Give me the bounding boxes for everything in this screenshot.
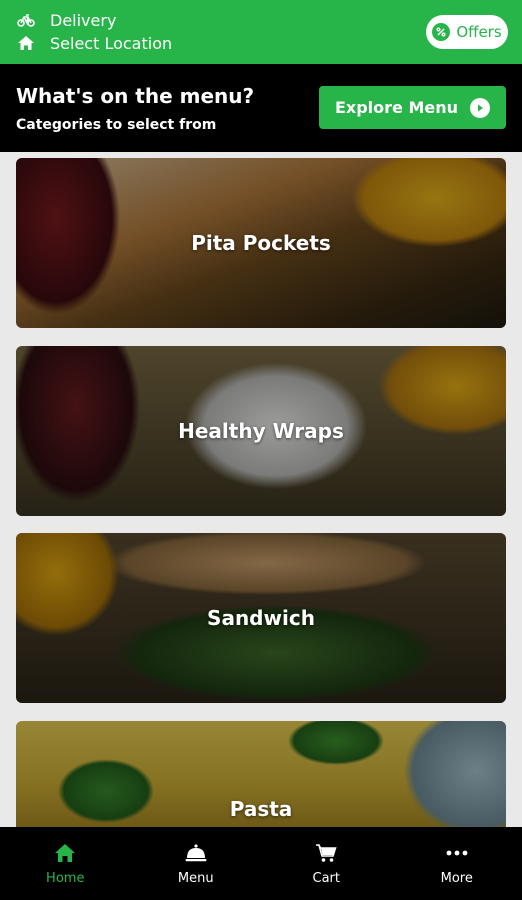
- nav-label: More: [440, 871, 473, 886]
- menu-subtitle: Categories to select from: [16, 117, 217, 133]
- nav-home[interactable]: Home: [0, 827, 131, 900]
- more-dots-icon: [445, 841, 469, 865]
- nav-cart[interactable]: Cart: [261, 827, 392, 900]
- offers-label: Offers: [456, 23, 502, 41]
- category-card-pita-pockets[interactable]: Pita Pockets: [16, 158, 506, 328]
- explore-menu-label: Explore Menu: [334, 98, 459, 117]
- location-selector[interactable]: Select Location: [16, 33, 172, 53]
- top-bar: Delivery Select Location Offers: [0, 0, 522, 64]
- category-card-healthy-wraps[interactable]: Healthy Wraps: [16, 346, 506, 516]
- percent-badge-icon: [432, 23, 451, 41]
- category-label: Sandwich: [207, 606, 315, 630]
- delivery-label: Delivery: [50, 10, 117, 30]
- app-screen: Delivery Select Location Offers What's o…: [0, 0, 522, 900]
- category-label: Healthy Wraps: [178, 419, 344, 443]
- menu-title: What's on the menu?: [16, 84, 255, 108]
- nav-label: Home: [46, 871, 85, 886]
- category-card-sandwich[interactable]: Sandwich: [16, 533, 506, 703]
- play-circle-icon: [470, 97, 491, 118]
- nav-more[interactable]: More: [392, 827, 522, 900]
- nav-label: Menu: [177, 871, 214, 886]
- cloche-icon: [184, 841, 208, 865]
- category-label: Pasta: [229, 797, 293, 821]
- bottom-nav: Home Menu Cart More: [0, 827, 522, 900]
- category-card-pasta[interactable]: Pasta: [16, 721, 506, 827]
- nav-menu[interactable]: Menu: [131, 827, 262, 900]
- offers-button[interactable]: Offers: [426, 15, 508, 49]
- location-label: Select Location: [50, 33, 173, 53]
- category-label: Pita Pockets: [191, 231, 331, 255]
- delivery-mode[interactable]: Delivery: [16, 10, 116, 30]
- bicycle-icon: [16, 10, 36, 30]
- cart-icon: [314, 841, 338, 865]
- home-icon: [16, 33, 36, 53]
- explore-menu-button[interactable]: Explore Menu: [319, 86, 506, 129]
- menu-header: What's on the menu? Categories to select…: [0, 64, 522, 152]
- home-icon: [53, 841, 77, 865]
- nav-label: Cart: [312, 871, 341, 886]
